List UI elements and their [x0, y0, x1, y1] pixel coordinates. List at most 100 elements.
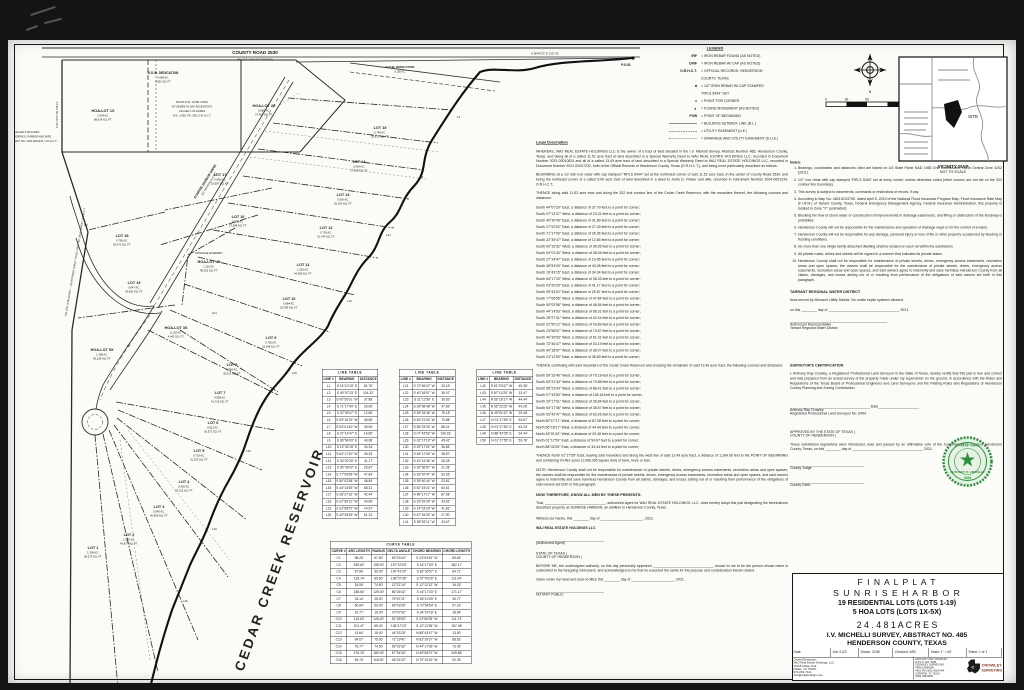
- title-block-meta-cell: Scale: 1" = 60': [929, 648, 967, 657]
- svg-text:0.590 AC.: 0.590 AC.: [214, 178, 226, 182]
- table-row: L36S 52°19'21" W63.61': [399, 485, 455, 492]
- table-row: L6S 09°16'32" W36.55': [322, 417, 378, 424]
- legend-symbol-icon: O.R.H.C.T.: [660, 70, 701, 74]
- svg-text:1.002 AC.: 1.002 AC.: [123, 538, 135, 542]
- row-dedication-sqft: 4,282 SQ. FT.: [155, 80, 171, 84]
- table-row: L29S 02°17'19" W45.42': [399, 437, 455, 444]
- lot-label: LOT 140.624 AC.27,205 SQ. FT.: [350, 160, 368, 173]
- owner-info-line: wes@wajholdings.com: [794, 674, 912, 677]
- svg-text:31,333 SQ. FT.: 31,333 SQ. FT.: [190, 458, 208, 462]
- svg-text:LOT 6: LOT 6: [208, 421, 219, 425]
- table-row: L20S 40°39'53" W61.31': [322, 512, 378, 519]
- svg-text:0.900 AC.: 0.900 AC.: [178, 485, 190, 489]
- legend-entry: = UTILITY EASEMENT (U.E.): [660, 128, 860, 136]
- table-row: L38S 29°53'39" W43.82': [399, 498, 455, 505]
- table-row: L41S 55°02'11" W43.67': [399, 519, 455, 526]
- svg-text:0.729 AC.: 0.729 AC.: [320, 231, 332, 235]
- svg-text:38,515 SQ. FT.: 38,515 SQ. FT.: [223, 372, 241, 376]
- acreage-line: 2 4 . 4 8 1 A C R E S: [792, 620, 1002, 630]
- notary-given-line: Given under my hand and seal of office t…: [536, 578, 788, 583]
- table-row: L32S 41°14'46" W26.28': [399, 458, 455, 465]
- table-row: L17S 28°27'31" W42.44': [322, 492, 378, 499]
- lot-label: LOT 90.720 AC.31,368 SQ. FT.: [262, 336, 280, 349]
- table-row: L8S 27°14'47" E14.65': [322, 430, 378, 437]
- svg-text:0.860 AC.: 0.860 AC.: [258, 109, 270, 113]
- svg-text:CALLED 1.00 ACRES: CALLED 1.00 ACRES: [179, 109, 205, 113]
- title-block-meta-cell: Sheet: 1 of 1: [967, 648, 1002, 657]
- svg-text:0.812 AC.: 0.812 AC.: [207, 426, 219, 430]
- legend-entry-text: = IRON REBAR W/ CAP (AS NOTED): [701, 62, 760, 66]
- svg-text:LOT 1: LOT 1: [88, 546, 99, 550]
- lot-label: LOT 120.729 AC.31,744 SQ. FT.: [317, 226, 335, 239]
- lot-label: HOA-LOT 2X0.860 AC.37,462 SQ. FT.: [253, 104, 276, 117]
- owner-company-line: WAJ REAL ESTATE HOLDINGS LLC: [536, 526, 788, 531]
- svg-text:58,274 SQ. FT.: 58,274 SQ. FT.: [84, 555, 102, 559]
- lot-label: HOA-LOT 5X1.358 AC.59,158 SQ. FT.: [91, 348, 114, 361]
- dedication-heading: NOW THEREFORE, KNOW ALL MEN BY THESE PRE…: [536, 492, 788, 497]
- svg-text:SURVEYING: SURVEYING: [982, 669, 1003, 673]
- svg-text:31,744 SQ. FT.: 31,744 SQ. FT.: [317, 235, 335, 239]
- svg-text:0.940 AC.: 0.940 AC.: [153, 510, 165, 514]
- curve-table-inner: CURVE TABLECURVE #ARC LENGTHRADIUSDELTA …: [330, 541, 500, 664]
- legend-entry: POB= POINT OF BEGINNING: [660, 113, 860, 121]
- svg-text:0.102 AC.: 0.102 AC.: [170, 331, 182, 335]
- svg-text:35,372 SQ. FT.: 35,372 SQ. FT.: [204, 430, 222, 434]
- svg-text:TEXAS N.W. CONF. ASSN.: TEXAS N.W. CONF. ASSN.: [176, 100, 209, 104]
- table-row: L33S 39°56'57" W21.28': [399, 464, 455, 471]
- svg-text:N: N: [869, 90, 872, 94]
- svg-text:0.749 AC.: 0.749 AC.: [374, 131, 386, 135]
- table-row: L23S 21°12'50" E35.83': [399, 396, 455, 403]
- legend-title: LEGEND: [660, 46, 770, 51]
- svg-text:LOT 15: LOT 15: [374, 126, 387, 130]
- legend-entry: O.R.H.C.T.= OFFICIAL RECORDS, HENDERSON: [660, 68, 860, 76]
- lot-label: LOT 80.884 AC.38,515 SQ. FT.: [223, 363, 241, 376]
- svg-text:LOT 11: LOT 11: [297, 263, 310, 267]
- legend-entry: IRF= IRON REBAR FOUND (AS NOTED): [660, 53, 860, 61]
- table-row: L47N 01°17'59" E54.67': [477, 417, 533, 424]
- svg-text:LOT 8: LOT 8: [227, 363, 238, 367]
- svg-text:LOT 10: LOT 10: [283, 297, 296, 301]
- note-item: No more than one single family detached …: [798, 245, 1002, 250]
- svg-text:59,158 SQ. FT.: 59,158 SQ. FT.: [93, 357, 111, 361]
- legal-paragraph: THENCE continuing with said meanders of …: [536, 364, 788, 369]
- table-row: L2S 09°07'23" E104.32': [322, 390, 378, 397]
- legal-paragraph: WHEREAS, WAJ REAL ESTATE HOLDINGS LLC is…: [536, 150, 788, 169]
- table-row: L44N 56°18'17" W44.44': [477, 396, 533, 403]
- table-row: L30S 29°17'01" W36.84': [399, 444, 455, 451]
- data-table: LINE TABLELINE #BEARINGDISTANCEL1S 14°10…: [322, 369, 378, 519]
- table-row: L26S 53°21'34" W70.88': [399, 417, 455, 424]
- lot-label: LOT 160.633 AC.27,588 SQ. FT.: [229, 215, 247, 228]
- segment-marker-label: L40: [212, 527, 217, 531]
- lot-label: HOA-LOT 4X1.110 AC.48,352 SQ. FT.: [198, 260, 221, 273]
- title-block-meta-row: Date:Job: 2122Drawn: CDWChecked: ARCScal…: [792, 648, 1002, 658]
- lot-label: LOT 30.940 AC.40,959 SQ. FT.: [150, 505, 168, 518]
- svg-text:37,462 SQ. FT.: 37,462 SQ. FT.: [255, 113, 273, 117]
- plat-sheet-page: COUNTY ROAD 2530 (BY USE AND OCCUPATION)…: [0, 0, 1024, 690]
- segment-marker-label: L8: [420, 175, 424, 179]
- table-row: L18S 22°50'12" W43.89': [322, 498, 378, 505]
- svg-text:27,588 SQ. FT.: 27,588 SQ. FT.: [229, 224, 247, 228]
- legend-entry-text: COUNTY, TEXAS: [701, 77, 729, 81]
- title-block-lower: Date:Job: 2122Drawn: CDWChecked: ARCScal…: [792, 648, 1002, 679]
- table-row: L13S 05°43'02" E25.87': [322, 464, 378, 471]
- table-row: C1394.67'75.00'72°19'41"N 63°29'37" W88.…: [330, 636, 471, 643]
- svg-text:CROWLEY: CROWLEY: [982, 663, 1003, 668]
- svg-text:29,789 SQ. FT.: 29,789 SQ. FT.: [280, 306, 298, 310]
- legend-entry-text: = POINT OF BEGINNING: [701, 115, 741, 119]
- lot-label: HOA-LOT 1X2.034 AC.88,614 SQ. FT.: [92, 109, 115, 122]
- svg-text:5494: 5494: [964, 476, 971, 480]
- svg-text:LOT 14: LOT 14: [353, 160, 367, 164]
- svg-text:LOT 4: LOT 4: [179, 480, 191, 484]
- table-row: C10115.63'128.40'51°35'53"S 23°56'39" W1…: [330, 616, 471, 623]
- svg-text:STATE OF TEXAS: STATE OF TEXAS: [955, 444, 980, 448]
- table-row: L48N 01°17'50" E43.24': [477, 424, 533, 431]
- row-dedication-title: R.O.W. DEDICATION: [148, 71, 179, 75]
- trwd-utility-note: Area served by Monarch Utility District.…: [790, 298, 1002, 303]
- legend-entry: COUNTY, TEXAS: [660, 75, 860, 83]
- legend-symbol-icon: ▲: [660, 107, 701, 111]
- table-row: C387.86'50.00'100°41'02"S 82°30'57" E84.…: [330, 568, 471, 575]
- table-row: C11201.47'85.00'135°47'23"S 12°13'35" W1…: [330, 623, 471, 630]
- table-row: L22S 40°18'57" W36.07': [399, 390, 455, 397]
- table-row: L49N 88°42'05" E34.44': [477, 430, 533, 437]
- lot-label: LOT 11.338 AC.58,274 SQ. FT.: [84, 546, 102, 559]
